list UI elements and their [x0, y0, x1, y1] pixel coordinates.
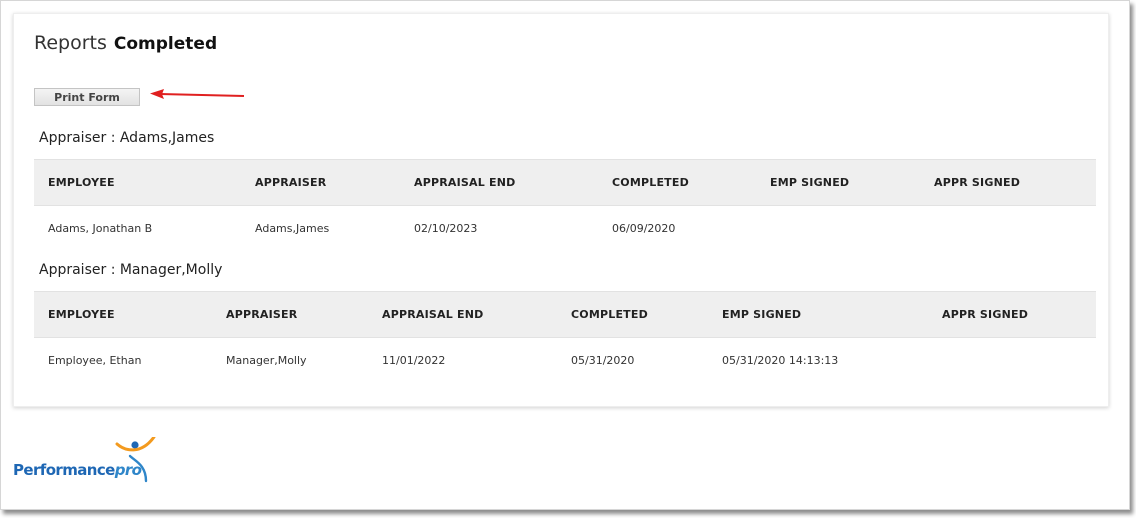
column-header-appraiser: APPRAISER [212, 291, 368, 338]
cell-completed: 05/31/2020 [571, 353, 635, 367]
column-header-completed: COMPLETED [557, 291, 708, 338]
table-header-row: EMPLOYEE APPRAISER APPRAISAL END COMPLET… [34, 159, 1096, 206]
table-row[interactable]: Employee, Ethan Manager,Molly 11/01/2022… [34, 338, 1096, 383]
page-title: Reports Completed [34, 32, 217, 54]
column-header-appr-signed: APPR SIGNED [928, 291, 1096, 338]
column-header-emp-signed: EMP SIGNED [756, 159, 920, 206]
column-header-employee: EMPLOYEE [34, 291, 212, 338]
logo-wordmark-main: Performance [13, 461, 115, 479]
cell-employee: Adams, Jonathan B [48, 221, 153, 235]
report-table: EMPLOYEE APPRAISER APPRAISAL END COMPLET… [34, 159, 1096, 250]
report-table: EMPLOYEE APPRAISER APPRAISAL END COMPLET… [34, 291, 1096, 382]
column-header-appraiser: APPRAISER [241, 159, 400, 206]
cell-emp-signed [756, 206, 920, 251]
column-header-appraisal-end: APPRAISAL END [368, 291, 557, 338]
cell-appraisal-end: 02/10/2023 [414, 221, 478, 235]
cell-emp-signed: 05/31/2020 14:13:13 [722, 353, 839, 367]
appraiser-heading: Appraiser : Manager,Molly [39, 262, 223, 278]
print-form-button[interactable]: Print Form [34, 88, 140, 106]
cell-appraiser: Manager,Molly [226, 353, 307, 367]
column-header-employee: EMPLOYEE [34, 159, 241, 206]
cell-appraisal-end: 11/01/2022 [382, 353, 446, 367]
logo-wordmark: Performancepro [13, 461, 142, 479]
logo-wordmark-pro: pro [114, 461, 142, 479]
column-header-completed: COMPLETED [598, 159, 756, 206]
cell-appr-signed [928, 338, 1096, 383]
column-header-appr-signed: APPR SIGNED [920, 159, 1096, 206]
page-section: Reports [34, 32, 107, 54]
cell-appr-signed [920, 206, 1096, 251]
reports-panel: Reports Completed Print Form Appraiser : … [13, 13, 1109, 407]
column-header-emp-signed: EMP SIGNED [708, 291, 928, 338]
page-subtitle: Completed [113, 34, 218, 54]
column-header-appraisal-end: APPRAISAL END [400, 159, 598, 206]
cell-appraiser: Adams,James [255, 221, 330, 235]
appraiser-heading: Appraiser : Adams,James [39, 130, 215, 146]
table-header-row: EMPLOYEE APPRAISER APPRAISAL END COMPLET… [34, 291, 1096, 338]
pointer-arrow-icon [150, 89, 245, 99]
screenshot-frame: Reports Completed Print Form Appraiser : … [0, 0, 1130, 510]
cell-completed: 06/09/2020 [612, 221, 676, 235]
table-row[interactable]: Adams, Jonathan B Adams,James 02/10/2023… [34, 206, 1096, 251]
cell-employee: Employee, Ethan [48, 353, 142, 367]
